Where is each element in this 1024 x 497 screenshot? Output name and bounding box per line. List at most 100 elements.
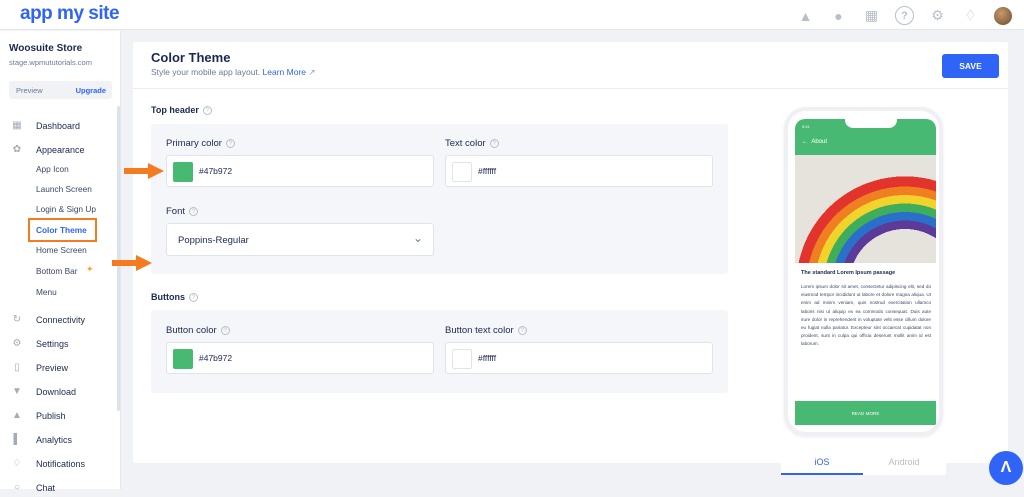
- sidebar-subitem-bottom-bar[interactable]: Bottom Bar: [36, 264, 78, 278]
- sidebar-item-label: Download: [36, 387, 77, 397]
- button-text-color-swatch[interactable]: [452, 349, 472, 369]
- label-text: Primary color: [166, 138, 222, 149]
- top-icons: ▲ ● ▦ ? ⚙ ♢: [796, 6, 1012, 25]
- sidebar-item-download[interactable]: ▼ Download: [0, 383, 117, 401]
- rainbow-graphic: [795, 165, 936, 263]
- preview-article-body: Lorem ipsum dolor sit amet, consectetur …: [801, 284, 931, 347]
- sidebar-item-label: Appearance: [36, 145, 85, 155]
- button-text-color-field[interactable]: #ffffff: [445, 342, 713, 374]
- label-text: Text color: [445, 138, 486, 149]
- help-icon[interactable]: ?: [202, 106, 212, 116]
- preview-read-more-button: READ MORE: [795, 401, 936, 425]
- save-button[interactable]: SAVE: [942, 54, 999, 78]
- back-arrow-icon: ←: [802, 139, 808, 145]
- button-text-color-value: #ffffff: [478, 353, 497, 363]
- top-header-section-label: Top header?: [151, 105, 212, 116]
- sidebar-item-chat[interactable]: ○ Chat: [0, 479, 117, 497]
- sparkle-icon: ✦: [86, 264, 94, 274]
- sidebar-subitem-home-screen[interactable]: Home Screen: [36, 243, 87, 257]
- primary-color-label: Primary color?: [166, 138, 235, 149]
- primary-color-value: #47b972: [199, 166, 233, 176]
- help-icon[interactable]: ?: [189, 206, 199, 216]
- external-link-icon[interactable]: ↗: [308, 67, 315, 77]
- section-title: Top header: [151, 105, 199, 115]
- sidebar-item-publish[interactable]: ▲ Publish: [0, 407, 117, 425]
- header-divider: [133, 88, 1008, 89]
- learn-more-link[interactable]: Learn More: [263, 67, 306, 77]
- label-text: Font: [166, 206, 186, 217]
- text-color-swatch[interactable]: [452, 162, 472, 182]
- preview-header: 9:41 ← About: [795, 119, 936, 155]
- dashboard-icon: ▦: [12, 120, 22, 131]
- sidebar-item-notifications[interactable]: ♢ Notifications: [0, 455, 117, 473]
- annotation-highlight-box: [28, 218, 97, 242]
- font-select[interactable]: Poppins-Regular ⌄: [166, 223, 434, 256]
- sidebar-item-label: Chat: [36, 483, 56, 493]
- sidebar-item-label: Preview: [36, 363, 69, 373]
- store-name: Woosuite Store: [9, 43, 83, 54]
- sidebar-subitem-menu[interactable]: Menu: [36, 285, 57, 299]
- help-icon[interactable]: ?: [895, 6, 914, 25]
- logo-a-icon: Λ: [1000, 459, 1012, 476]
- sidebar-item-label: Settings: [36, 339, 69, 349]
- preview-status-time: 9:41: [802, 124, 810, 129]
- top-bar: app my site ▲ ● ▦ ? ⚙ ♢: [0, 0, 1024, 30]
- sidebar-item-preview[interactable]: ▯ Preview: [0, 359, 117, 377]
- sidebar-item-analytics[interactable]: ▌ Analytics: [0, 431, 117, 449]
- chat-icon: ○: [13, 482, 21, 493]
- sidebar-item-label: Notifications: [36, 459, 86, 469]
- buttons-panel: Button color? #47b972 Button text color?…: [151, 310, 728, 393]
- text-color-value: #ffffff: [478, 166, 497, 176]
- font-select-value: Poppins-Regular: [178, 235, 249, 246]
- avatar[interactable]: [994, 6, 1012, 25]
- bell-icon[interactable]: ♢: [961, 6, 980, 25]
- help-icon[interactable]: ?: [489, 138, 499, 148]
- preview-link[interactable]: Preview: [16, 86, 43, 95]
- help-icon[interactable]: ?: [225, 138, 235, 148]
- preview-icon: ▯: [14, 362, 20, 373]
- settings-icon[interactable]: ⚙: [928, 6, 947, 25]
- preview-rainbow-image: [795, 155, 936, 263]
- sidebar-item-dashboard[interactable]: ▦ Dashboard: [0, 117, 117, 135]
- store-url: stage.wpmututorials.com: [9, 58, 92, 67]
- button-color-value: #47b972: [199, 353, 233, 363]
- android-icon[interactable]: ▲: [796, 6, 815, 25]
- help-icon[interactable]: ?: [517, 325, 527, 335]
- chevron-down-icon: ⌄: [412, 231, 423, 245]
- sidebar-item-label: Dashboard: [36, 121, 81, 131]
- apps-grid-icon[interactable]: ▦: [862, 6, 881, 25]
- preview-upgrade-box: Preview Upgrade: [9, 81, 112, 99]
- sidebar-item-label: Publish: [36, 411, 66, 421]
- tab-ios[interactable]: iOS: [781, 451, 863, 475]
- upgrade-link[interactable]: Upgrade: [76, 86, 106, 95]
- sidebar-item-label: Analytics: [36, 435, 73, 445]
- buttons-section-label: Buttons?: [151, 292, 198, 303]
- page-subtitle: Style your mobile app layout. Learn More…: [151, 67, 316, 78]
- primary-color-field[interactable]: #47b972: [166, 155, 434, 187]
- apple-icon[interactable]: ●: [829, 6, 848, 25]
- page-title: Color Theme: [151, 50, 231, 65]
- sidebar-item-connectivity[interactable]: ↻ Connectivity: [0, 311, 117, 329]
- help-icon[interactable]: ?: [220, 325, 230, 335]
- download-icon: ▼: [12, 386, 22, 397]
- button-color-field[interactable]: #47b972: [166, 342, 434, 374]
- support-chat-button[interactable]: Λ: [989, 451, 1023, 485]
- sidebar-subitem-login-signup[interactable]: Login & Sign Up: [36, 202, 96, 216]
- sidebar-item-appearance[interactable]: ✿ Appearance: [0, 141, 117, 159]
- text-color-field[interactable]: #ffffff: [445, 155, 713, 187]
- button-text-color-label: Button text color?: [445, 325, 527, 336]
- publish-icon: ▲: [12, 410, 22, 421]
- analytics-icon: ▌: [13, 434, 21, 445]
- sidebar: Woosuite Store stage.wpmututorials.com P…: [0, 31, 121, 493]
- help-icon[interactable]: ?: [189, 293, 198, 303]
- appmysite-logo[interactable]: app my site: [20, 3, 120, 25]
- device-tabs: iOS Android: [781, 451, 946, 475]
- sidebar-subitem-launch-screen[interactable]: Launch Screen: [36, 182, 92, 196]
- button-color-swatch[interactable]: [173, 349, 193, 369]
- sidebar-item-settings[interactable]: ⚙ Settings: [0, 335, 117, 353]
- text-color-label: Text color?: [445, 138, 499, 149]
- primary-color-swatch[interactable]: [173, 162, 193, 182]
- phone-preview: 9:41 ← About The standard Lorem Ipsum pa…: [784, 107, 943, 436]
- tab-android[interactable]: Android: [863, 451, 945, 475]
- sidebar-subitem-app-icon[interactable]: App Icon: [36, 162, 69, 176]
